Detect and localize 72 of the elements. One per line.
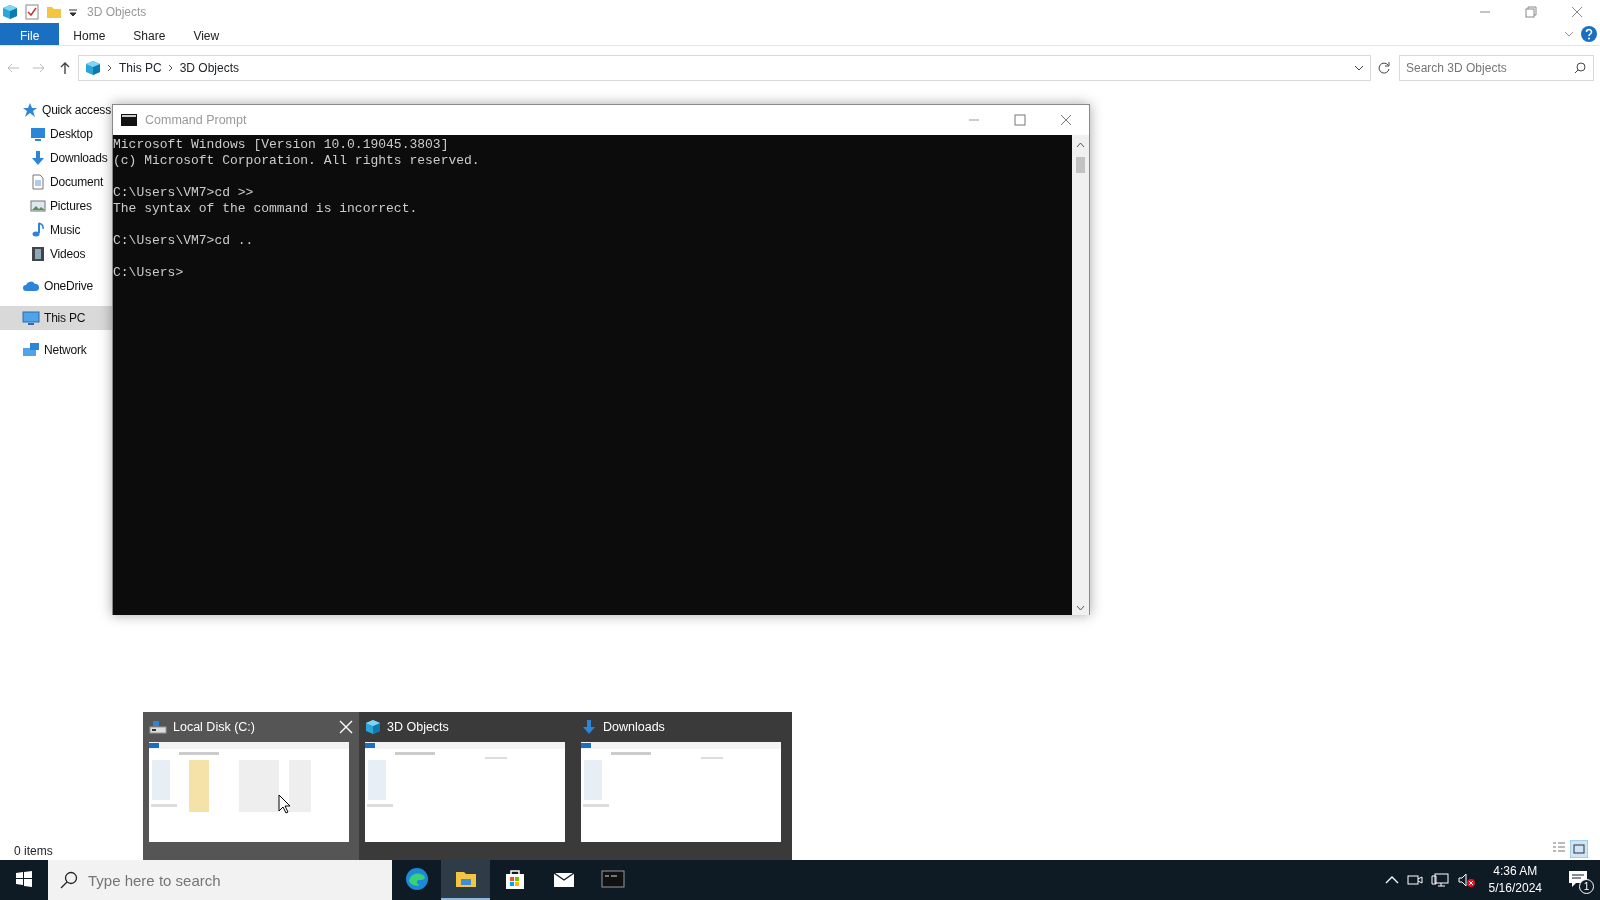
- breadcrumb-item[interactable]: 3D Objects: [179, 59, 240, 77]
- nav-item[interactable]: Document: [0, 170, 112, 194]
- muted-speaker-icon[interactable]: [1456, 872, 1475, 888]
- taskbar-app-button[interactable]: [441, 860, 490, 900]
- cube-icon: [2, 3, 18, 20]
- console-line: C:\Users\VM7>cd >>: [113, 185, 255, 201]
- network-icon[interactable]: [1430, 872, 1449, 888]
- window-preview[interactable]: 3D Objects: [359, 712, 575, 860]
- window-preview[interactable]: Local Disk (C:): [143, 712, 359, 860]
- console-icon: [600, 867, 625, 891]
- network-icon: [22, 342, 40, 358]
- nav-item[interactable]: Videos: [0, 242, 112, 266]
- notification-button[interactable]: 1: [1556, 860, 1600, 900]
- ribbon-tab[interactable]: View: [179, 23, 234, 45]
- dropdown-caret-icon[interactable]: [1354, 64, 1364, 72]
- edge-icon: [404, 867, 429, 891]
- download-arrow-icon: [30, 150, 46, 166]
- taskbar-search-field[interactable]: Type here to search: [48, 860, 392, 900]
- nav-item[interactable]: Desktop: [0, 122, 112, 146]
- console-line: (c) Microsoft Corporation. All rights reserved.: [113, 153, 481, 169]
- refresh-icon[interactable]: [1377, 61, 1391, 75]
- cursor-icon: [278, 794, 292, 814]
- computer-icon: [22, 310, 40, 326]
- monitor-icon: [30, 126, 46, 142]
- clock-date: 5/16/2024: [1488, 880, 1542, 897]
- document-icon: [30, 174, 46, 190]
- music-note-icon: [30, 222, 46, 238]
- console-line: Microsoft Windows [Version 10.0.19045.3803]: [113, 137, 450, 153]
- close-icon[interactable]: [1058, 112, 1074, 128]
- search-icon: [60, 871, 78, 889]
- large-icons-view-icon[interactable]: [1570, 840, 1588, 858]
- properties-icon[interactable]: [24, 3, 40, 20]
- clock-time: 4:36 AM: [1492, 863, 1539, 880]
- notification-count: 1: [1579, 879, 1594, 894]
- ribbon-tab[interactable]: File: [0, 23, 60, 45]
- search-field[interactable]: Search 3D Objects: [1399, 55, 1594, 81]
- film-icon: [30, 246, 46, 262]
- ribbon-tab[interactable]: Share: [119, 23, 180, 45]
- camera-icon[interactable]: [1406, 872, 1423, 888]
- up-arrow-icon[interactable]: [58, 61, 72, 75]
- windows-logo-icon: [16, 871, 32, 887]
- console-line: The syntax of the command is incorrect.: [113, 201, 419, 217]
- nav-item[interactable]: Network: [0, 338, 112, 362]
- drive-icon: [149, 719, 167, 735]
- nav-item[interactable]: This PC: [0, 306, 112, 330]
- status-text: 0 items: [14, 843, 53, 860]
- nav-item[interactable]: Quick access: [0, 98, 112, 122]
- chevron-up-icon[interactable]: [1384, 875, 1399, 885]
- nav-item[interactable]: OneDrive: [0, 274, 112, 298]
- cube-icon: [365, 719, 381, 735]
- ribbon-tab[interactable]: Home: [59, 23, 120, 45]
- close-icon[interactable]: [339, 720, 353, 734]
- breadcrumb-item[interactable]: This PC: [119, 59, 162, 77]
- chevron-right-icon: [107, 64, 113, 72]
- scrollbar-thumb[interactable]: [1076, 157, 1085, 173]
- download-arrow-icon: [581, 719, 597, 735]
- window-preview[interactable]: Downloads: [575, 712, 791, 860]
- console-icon: [121, 114, 137, 126]
- console-line: C:\Users\VM7>cd ..: [113, 233, 255, 249]
- nav-item[interactable]: Music: [0, 218, 112, 242]
- nav-item[interactable]: Downloads: [0, 146, 112, 170]
- clock[interactable]: 4:36 AM 5/16/2024: [1482, 863, 1548, 897]
- window-title: 3D Objects: [87, 3, 147, 21]
- cube-icon: [85, 60, 101, 76]
- chevron-right-icon: [167, 64, 174, 72]
- help-icon[interactable]: [1581, 26, 1597, 42]
- nav-item[interactable]: Pictures: [0, 194, 112, 218]
- star-icon: [22, 102, 38, 118]
- picture-icon: [30, 198, 46, 214]
- window-title: Command Prompt: [145, 111, 247, 129]
- search-icon: [1574, 62, 1586, 74]
- console-line: C:\Users>: [113, 265, 185, 281]
